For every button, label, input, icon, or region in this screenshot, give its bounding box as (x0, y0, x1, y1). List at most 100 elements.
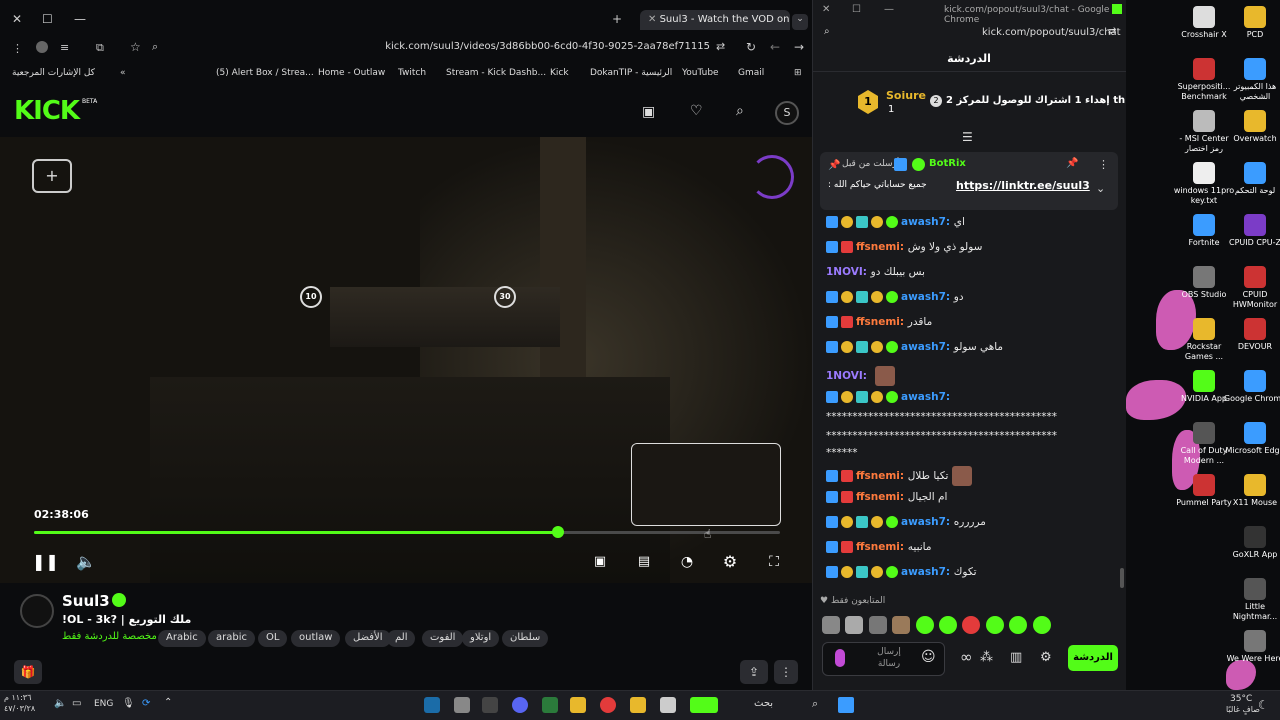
back-icon[interactable]: → (794, 40, 804, 54)
tag-fut[interactable]: الفوت (422, 630, 464, 647)
tag-outlaw[interactable]: outlaw (291, 630, 341, 647)
chat-username[interactable]: 1NOVI (826, 266, 863, 278)
bookmark-kick-dashboard[interactable]: Stream - Kick Dashb... (446, 68, 546, 78)
chat-close-window-icon[interactable]: ✕ (822, 4, 830, 15)
chat-username[interactable]: awash7 (901, 216, 946, 228)
rewind-10-icon[interactable]: 10 (300, 286, 322, 308)
media-icon[interactable]: ≡ (60, 41, 69, 54)
unpin-icon[interactable]: 📌 (1066, 158, 1078, 169)
desktop-icon[interactable]: X11 Mouse (1223, 474, 1280, 508)
share-icon[interactable]: ⇪ (740, 660, 768, 684)
address-bar[interactable]: kick.com/suul3/videos/3d86bb00-6cd0-4f30… (300, 41, 710, 52)
weather-temp[interactable]: 35°C (1230, 694, 1252, 704)
emote-icon[interactable] (985, 616, 1004, 634)
chat-address-bar[interactable]: ⌕ kick.com/popout/suul3/chat ⇄ (812, 24, 1126, 42)
stream-category[interactable]: مخصصة للدردشة فقط (62, 631, 157, 642)
chat-username[interactable]: awash7 (901, 291, 946, 303)
chat-input[interactable]: إرسال رسالة ☺ (822, 642, 945, 676)
chat-maximize-icon[interactable]: ☐ (852, 4, 861, 15)
bookmark-home-outlaw[interactable]: Home - Outlaw (318, 68, 385, 78)
forward-30-icon[interactable]: 30 (494, 286, 516, 308)
volume-icon[interactable]: 🔈 (76, 552, 96, 572)
microphone-icon[interactable] (835, 649, 845, 667)
store-icon[interactable]: ▥ (1010, 650, 1022, 665)
game-icon[interactable] (690, 697, 718, 713)
emote-icon[interactable] (868, 616, 887, 634)
fullscreen-icon[interactable]: ⛶ (764, 552, 784, 572)
desktop-icon[interactable]: GoXLR App (1223, 526, 1280, 560)
pinned-expand-icon[interactable]: ⌄ (1096, 182, 1105, 195)
tag-arabic-2[interactable]: arabic (208, 630, 255, 647)
sub-goal-banner[interactable]: 1 Soiure 1 2 إهداء 1 اشتراك للوصول للمرك… (812, 80, 1126, 130)
desktop-icon[interactable]: CPUID HWMonitor (1223, 266, 1280, 310)
extensions-icon[interactable]: ⧉ (96, 41, 104, 55)
apps-grid-icon[interactable]: ⊞ (794, 68, 802, 78)
tag-arabic-1[interactable]: Arabic (158, 630, 206, 647)
miniplayer-icon[interactable]: ▣ (590, 552, 610, 572)
desktop-icon[interactable]: Little Nightmar... (1223, 578, 1280, 622)
tag-ol[interactable]: OL (258, 630, 288, 647)
bookmark-alert-box[interactable]: (5) Alert Box / Strea... (216, 68, 314, 78)
taskbar-search-icon[interactable]: ⌕ (812, 697, 818, 711)
discord-icon[interactable] (512, 697, 528, 713)
pinned-message[interactable]: 📌 أرسلت من قبل BotRix 📌 ⋮ : جميع حساباتي… (820, 152, 1118, 210)
network-tray-icon[interactable]: ▭ (72, 698, 81, 709)
chat-username[interactable]: ffsnemi (856, 316, 900, 328)
reload-icon[interactable]: ↻ (746, 40, 756, 54)
emote-icon[interactable] (1032, 616, 1051, 634)
gaming-icon[interactable] (570, 697, 586, 713)
emote-icon[interactable] (845, 616, 864, 634)
bookmark-youtube[interactable]: YouTube (682, 68, 719, 78)
chat-users-icon[interactable]: ⁂ (980, 650, 993, 665)
desktop-icon[interactable]: PCD (1223, 6, 1280, 40)
new-tab-icon[interactable]: + (612, 12, 622, 26)
following-icon[interactable]: ▣ (642, 104, 655, 120)
volume-tray-icon[interactable]: 🔈 (54, 698, 66, 709)
pinned-more-icon[interactable]: ⋮ (1098, 158, 1109, 171)
language-indicator[interactable]: ENG (94, 699, 113, 709)
user-avatar-icon[interactable]: S (775, 101, 799, 125)
chat-settings-icon[interactable]: ⚙ (1040, 650, 1052, 665)
bookmarks-overflow-icon[interactable]: « (120, 68, 126, 78)
chat-zoom-icon[interactable]: ⌕ (824, 26, 830, 37)
settings-icon[interactable]: ⚙ (720, 552, 740, 572)
channel-name[interactable]: Suul3 (62, 592, 110, 610)
kick-logo[interactable]: KICK (14, 96, 80, 126)
chat-username[interactable]: ffsnemi (856, 541, 900, 553)
desktop-icon[interactable]: CPUID CPU-Z (1223, 214, 1280, 248)
tag-best[interactable]: الأفضل (345, 630, 391, 647)
chat-filter-icon[interactable]: ☰ (962, 130, 973, 144)
bookmark-kick[interactable]: Kick (550, 68, 569, 78)
progress-scrubber[interactable] (551, 526, 564, 538)
active-tab[interactable]: ✕ Suul3 - Watch the VOD on (640, 10, 790, 30)
maximize-window-icon[interactable]: ☐ (42, 12, 53, 26)
bookmark-twitch[interactable]: Twitch (398, 68, 426, 78)
desktop-icon[interactable]: DEVOUR (1223, 318, 1280, 352)
pinned-link[interactable]: https://linktr.ee/suul3 (956, 179, 1090, 192)
desktop-icon[interactable]: Overwatch (1223, 110, 1280, 144)
chat-username[interactable]: 1NOVI (826, 370, 863, 382)
terminal-icon[interactable] (542, 697, 558, 713)
taskbar-search-label[interactable]: بحث (754, 698, 773, 709)
bookmark-star-icon[interactable]: ☆ (130, 40, 141, 54)
chat-username[interactable]: awash7 (901, 341, 946, 353)
bookmark-gmail[interactable]: Gmail (738, 68, 764, 78)
emoji-icon[interactable]: ☺ (921, 649, 936, 665)
tag-pain[interactable]: الم (387, 630, 416, 647)
clip-icon[interactable]: ◔ (677, 552, 697, 572)
chat-username[interactable]: awash7 (901, 391, 946, 403)
chat-scrollbar[interactable] (1120, 568, 1124, 588)
desktop-icon[interactable]: لوحة التحكم (1223, 162, 1280, 196)
zoom-icon[interactable]: ⌕ (152, 40, 158, 54)
chat-username[interactable]: ffsnemi (856, 470, 900, 482)
bookmark-all[interactable]: كل الإشارات المرجعية (12, 68, 95, 78)
steam-icon[interactable] (424, 697, 440, 713)
desktop-icon[interactable]: Google Chrome (1223, 370, 1280, 404)
profile-icon[interactable] (36, 41, 48, 53)
emote-icon[interactable] (939, 616, 957, 634)
file-explorer-icon[interactable] (630, 697, 646, 713)
chat-username[interactable]: awash7 (901, 566, 946, 578)
tag-sultan[interactable]: سلطان (502, 630, 549, 647)
emote-icon[interactable] (822, 616, 840, 634)
chat-send-button[interactable]: الدردشة (1068, 645, 1118, 671)
